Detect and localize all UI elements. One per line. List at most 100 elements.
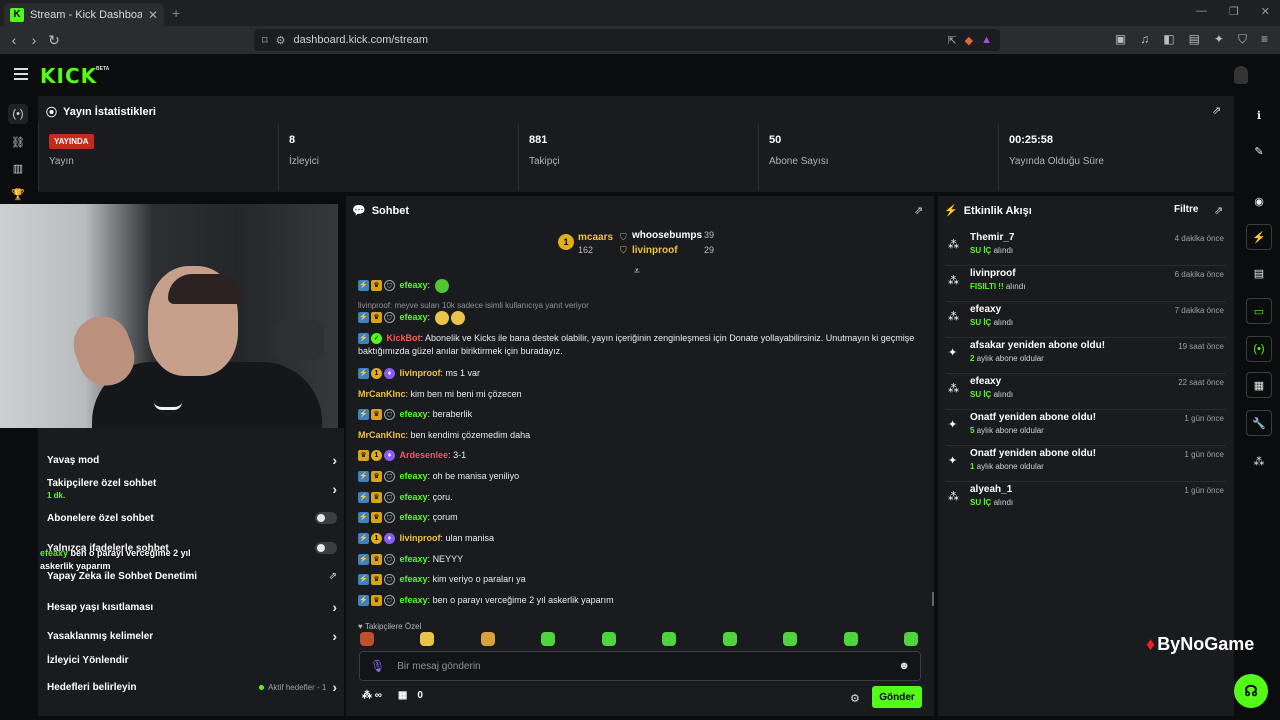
active-dot-icon — [259, 684, 265, 690]
emote-icon[interactable] — [481, 632, 495, 646]
stat-viewers: 8 İzleyici — [278, 124, 518, 190]
badge-icon: ⚡ — [358, 574, 369, 586]
site-info-icon[interactable]: ⚙ — [276, 34, 286, 47]
popout-icon[interactable]: ⇗ — [914, 204, 923, 217]
microphone-icon[interactable]: 🎙 — [370, 659, 385, 673]
bookmark-icon[interactable]: ⌑ — [262, 34, 268, 47]
edit-icon[interactable]: ✎ — [1246, 138, 1272, 164]
document-icon[interactable]: ▤ — [1246, 260, 1272, 286]
shield-icon: ⛉ — [384, 595, 395, 607]
moderation-icon[interactable]: ▦ — [1246, 372, 1272, 398]
gifter-name[interactable]: whoosebumps — [632, 230, 702, 241]
share-icon[interactable]: ⇱ — [947, 34, 956, 47]
setting-goals[interactable]: Hedefleri belirleyin Aktif hedefler - 1 … — [47, 679, 337, 695]
emote-icon[interactable] — [904, 632, 918, 646]
broadcast-icon: ⦿ — [46, 107, 57, 119]
setting-banned-words[interactable]: Yasaklanmış kelimeler › — [47, 628, 337, 644]
emoji-picker-icon[interactable]: ☻ — [898, 660, 910, 672]
ai-icon[interactable]: ✦ — [1214, 32, 1224, 47]
badge-icon: ⚡ — [358, 512, 369, 524]
chat-scrollbar[interactable] — [932, 592, 934, 606]
camera-icon[interactable]: ◉ — [1246, 188, 1272, 214]
activity-item: ✦ Onatf yeniden abone oldu! 1 aylık abon… — [946, 446, 1226, 482]
rewards-icon[interactable]: ▲ — [981, 34, 992, 46]
sidebar-icon[interactable]: ◧ — [1163, 32, 1174, 47]
badge-icon: ⚡ — [358, 312, 369, 324]
badge-icon: ⚡ — [358, 492, 369, 504]
brave-shield-icon[interactable]: ◆ — [965, 34, 973, 47]
tab-title: Stream - Kick Dashboard — [30, 8, 142, 21]
setting-followers-only[interactable]: Takipçilere özel sohbet 1 dk. › — [47, 478, 337, 500]
kicks-icon: ⁂ — [948, 383, 959, 395]
beta-label: BETA — [96, 66, 110, 72]
emote-icon[interactable] — [723, 632, 737, 646]
emote-icon[interactable] — [541, 632, 555, 646]
crown-icon: ♛ — [371, 512, 382, 524]
filter-button[interactable]: Filtre — [1174, 204, 1198, 215]
gifter-name[interactable]: mcaars — [578, 232, 613, 243]
badge-icon: ⚡ — [358, 554, 369, 566]
chat-input-field[interactable]: 🎙 Bir mesaj gönderin ☻ — [359, 651, 921, 681]
menu-icon[interactable]: ≡ — [1261, 32, 1268, 47]
emote-icon[interactable] — [662, 632, 676, 646]
emote-icon[interactable] — [844, 632, 858, 646]
emote-icon[interactable] — [420, 632, 434, 646]
emote-only-toggle[interactable] — [315, 542, 337, 554]
emote-icon[interactable] — [783, 632, 797, 646]
setting-host[interactable]: İzleyici Yönlendir — [47, 655, 337, 666]
link-icon[interactable]: ⛓ — [8, 132, 28, 152]
chevron-right-icon: › — [332, 628, 337, 644]
screenshot-icon[interactable]: ▣ — [1115, 32, 1126, 47]
minimize-icon[interactable]: — — [1196, 5, 1207, 18]
sparkle-icon: ✦ — [948, 455, 958, 467]
wrench-icon[interactable]: 🔧 — [1246, 410, 1272, 436]
trophy-icon[interactable]: 🏆 — [8, 184, 28, 204]
chat-message: ⚡ ♛ ⛉ efeaxy: — [358, 278, 918, 293]
chat-settings-icon[interactable]: ⚙ — [850, 692, 860, 705]
chat-icon[interactable]: ▭ — [1246, 298, 1272, 324]
close-tab-icon[interactable]: ✕ — [148, 8, 158, 22]
info-icon[interactable]: ℹ — [1246, 102, 1272, 128]
url-field[interactable]: ⌑ ⚙ dashboard.kick.com/stream ⇱ ◆ ▲ — [254, 29, 1000, 51]
broadcast-icon[interactable]: (•) — [1246, 336, 1272, 362]
kicks-icon[interactable]: ⁂ ∞ — [362, 690, 382, 701]
back-icon[interactable]: ‹ — [4, 32, 24, 48]
setting-account-age[interactable]: Hesap yaşı kısıtlaması › — [47, 599, 337, 615]
url-text: dashboard.kick.com/stream — [293, 34, 429, 46]
user-avatar[interactable] — [1234, 66, 1248, 84]
lightning-icon[interactable]: ⚡ — [1246, 224, 1272, 250]
new-tab-icon[interactable]: + — [172, 5, 180, 21]
close-window-icon[interactable]: ✕ — [1261, 5, 1270, 18]
kicks-icon: ⁂ — [948, 311, 959, 323]
gifter-name[interactable]: livinproof — [632, 245, 678, 256]
stat-value: 50 — [769, 134, 782, 146]
gifter-count: 29 — [704, 245, 715, 255]
reload-icon[interactable]: ↻ — [44, 32, 64, 49]
subscribers-only-toggle[interactable] — [315, 512, 337, 524]
popout-icon[interactable]: ⇗ — [1214, 204, 1223, 217]
analytics-icon[interactable]: ▥ — [8, 158, 28, 178]
support-chat-button[interactable]: ☊ — [1234, 674, 1268, 708]
kicks-icon[interactable]: ⁂ — [1246, 448, 1272, 474]
maximize-icon[interactable]: ❐ — [1229, 5, 1239, 18]
stream-chat-overlay: efeaxy ben o parayı verceğime 2 yıl aske… — [40, 548, 191, 571]
hamburger-menu-icon[interactable] — [14, 68, 28, 80]
kick-logo[interactable]: KICK — [40, 64, 97, 88]
store-icon[interactable]: ▦ — [398, 690, 407, 701]
forward-icon[interactable]: › — [24, 32, 44, 48]
reply-line[interactable]: livinproof: meyve suları 10k sadece isim… — [358, 301, 589, 310]
popout-icon[interactable]: ⇗ — [1212, 104, 1221, 117]
emote-icon[interactable] — [360, 632, 374, 646]
browser-tab[interactable]: K Stream - Kick Dashboard ✕ — [4, 3, 164, 26]
send-button[interactable]: Gönder — [872, 686, 922, 708]
media-icon[interactable]: ♫ — [1140, 32, 1149, 47]
shirt-logo — [154, 402, 182, 410]
setting-slow-mode[interactable]: Yavaş mod › — [47, 452, 337, 468]
collapse-arrow-icon[interactable]: ⩡ — [634, 266, 640, 277]
browser-tabbar: K Stream - Kick Dashboard ✕ + — ❐ ✕ — [0, 0, 1280, 26]
vpn-icon[interactable]: ⛉ — [1238, 32, 1247, 47]
wallet-icon[interactable]: ▤ — [1189, 32, 1200, 47]
chat-bubble-icon: 💬 — [352, 205, 366, 217]
emote-icon[interactable] — [602, 632, 616, 646]
stream-icon[interactable]: (•) — [8, 104, 28, 124]
